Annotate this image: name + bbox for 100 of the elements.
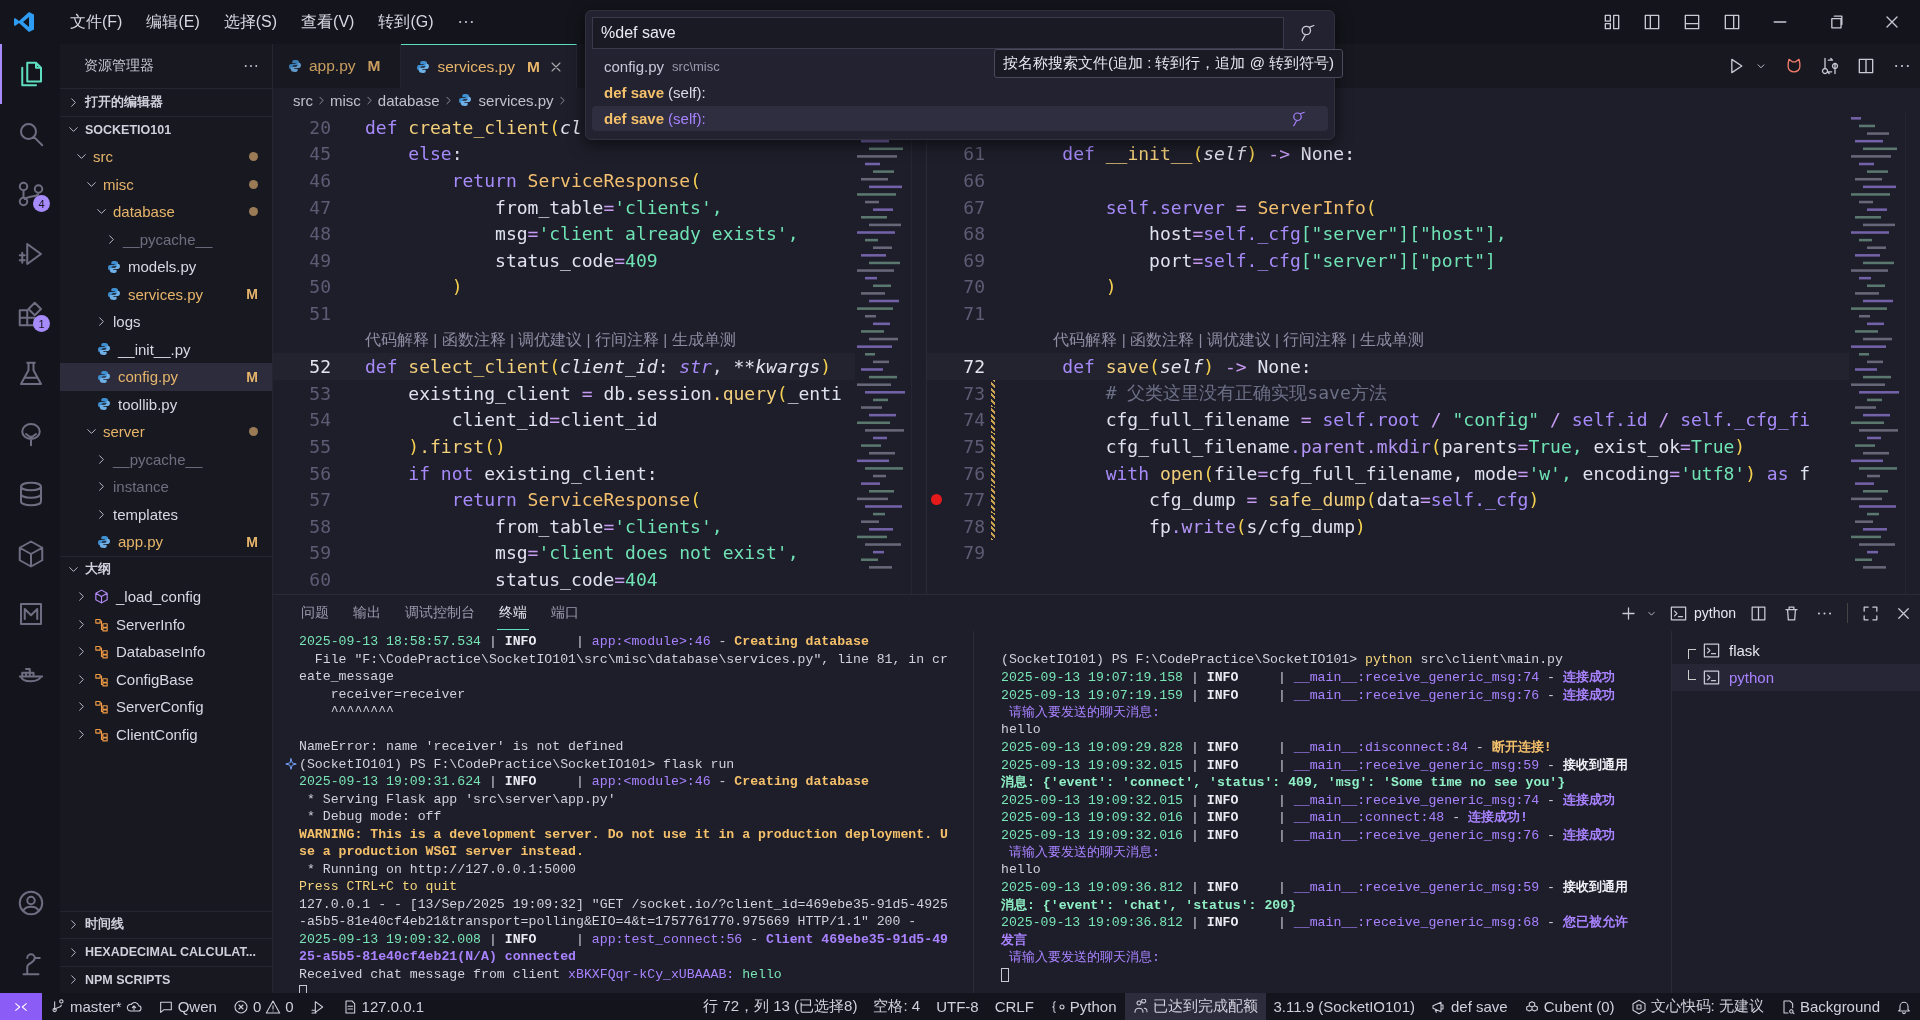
breadcrumb-item[interactable]: src [293,91,313,109]
secondary-sidebar-icon[interactable] [1722,12,1742,32]
section-header[interactable]: 时间线 [60,910,272,938]
line-number: 76 [963,462,985,484]
terminal-line: 发言 [1001,931,1027,949]
server-status[interactable]: 127.0.0.1 [333,993,433,1020]
file-tree-item[interactable]: src [60,143,272,171]
outline-item[interactable]: ClientConfig [60,720,272,748]
line-number: 52 [309,356,331,378]
status-item[interactable]: Cubent (0) [1515,993,1623,1020]
outline-item[interactable]: DatabaseInfo [60,638,272,666]
section-title: HEXADECIMAL CALCULAT... [85,945,257,960]
section-header[interactable]: 打开的编辑器 [60,88,272,116]
menu-item[interactable]: 文件(F) [58,5,135,39]
terminal-line: 2025-09-13 19:09:32.016 | INFO | __main__:connect:48 - 连接成功! [1001,809,1528,827]
problems-status[interactable]: 0 0 [224,993,302,1020]
file-tree-item[interactable]: __init__.py [60,335,272,363]
outline-item[interactable]: ServerConfig [60,693,272,721]
status-item[interactable]: 文心快码: 无建议 [1622,993,1772,1020]
panel-tab[interactable]: 输出 [351,596,383,630]
file-tree-item[interactable]: services.py M [60,280,272,308]
status-item[interactable]: 空格: 4 [865,993,929,1020]
status-item[interactable]: 行 72，列 13 (已选择8) [695,993,866,1020]
breadcrumb-item[interactable]: services.py [478,91,554,109]
status-item[interactable]: CRLF [986,993,1042,1020]
status-item[interactable]: Python [1041,993,1125,1020]
panel-tab[interactable]: 调试控制台 [403,596,477,630]
file-tree-item[interactable]: misc [60,170,272,198]
file-tree-item[interactable]: toollib.py [60,390,272,418]
terminal-selector[interactable]: python [1664,603,1736,623]
code-line: if not existing_client: [407,462,658,484]
remote-button[interactable] [0,993,42,1020]
quick-open-item[interactable]: def save (self): [592,106,1328,131]
modified-dot [249,207,258,217]
code-line: cfg_dump = safe_dump(data=self._cfg) [1148,489,1540,511]
git-status: M [246,368,258,385]
section-header[interactable]: HEXADECIMAL CALCULAT... [60,938,272,966]
line-number: 72 [963,356,985,378]
quick-open-item[interactable]: def save (self): [592,80,1328,105]
code-line: host=self._cfg["server"]["host"], [1148,223,1507,245]
file-tree-item[interactable]: app.py M [60,528,272,556]
outline-item[interactable]: ServerInfo [60,610,272,638]
section-header[interactable]: SOCKETIO101 [60,115,272,143]
code-line: status_code=404 [494,568,658,590]
sparkle-icon[interactable] [284,757,298,772]
status-item[interactable]: UTF-8 [928,993,987,1020]
file-tree-item[interactable]: models.py [60,253,272,281]
editor-tab[interactable]: services.py M [401,44,577,88]
status-item[interactable]: Background [1771,993,1888,1020]
sidebar-toggle-icon[interactable] [1642,12,1662,32]
error-icon [232,998,249,1015]
status-item[interactable]: 3.11.9 (SocketIO101) [1265,993,1423,1020]
split-editor-icon[interactable] [1856,56,1876,76]
terminal-list-item[interactable]: flask [1672,637,1920,664]
activity-button[interactable]: 4 [0,164,60,224]
file-tree-item[interactable]: server [60,418,272,446]
file-tree-item[interactable]: __pycache__ [60,445,272,473]
branch-icon [16,179,46,209]
branch-status[interactable]: master* [42,993,150,1020]
menu-item[interactable]: 转到(G) [366,5,446,39]
file-tree-item[interactable]: database [60,198,272,226]
outline-item[interactable]: ConfigBase [60,665,272,693]
class-icon [93,643,110,661]
file-tree-item[interactable]: instance [60,473,272,501]
breadcrumb-item[interactable]: database [377,91,440,109]
menu-item[interactable]: 查看(V) [289,5,367,39]
terminal-line: 127.0.0.1 - - [13/Sep/2025 19:09:32] "GET /socket.io/?client_id=469ebe35-91d5-4925 [299,896,948,912]
panel-tab[interactable]: 端口 [549,596,581,630]
code-lens[interactable]: 代码解释 | 函数注释 | 调优建议 | 行间注释 | 生成单测 [1053,329,1425,351]
menu-item[interactable]: 选择(S) [211,5,290,39]
terminal-line: (SocketIO101) PS F:\CodePractice\SocketIO101> python src\client\main.py [1001,652,1563,668]
file-tree-item[interactable]: logs [60,308,272,336]
breakpoint-dot[interactable] [930,494,942,506]
panel-tab[interactable]: 问题 [299,596,331,630]
chat-status[interactable]: Qwen [149,993,225,1020]
section-header[interactable]: 大纲 [60,555,272,583]
file-tree-item[interactable]: __pycache__ [60,225,272,253]
status-item[interactable]: def save [1423,993,1516,1020]
line-number: 46 [309,170,331,191]
terminal-list-item[interactable]: python [1672,664,1920,691]
breadcrumb-item[interactable]: misc [330,91,361,109]
code-line: existing_client = db.session.query(_enti [407,382,842,404]
layout-icon[interactable] [1602,12,1622,32]
activity-button[interactable]: 1 [0,284,60,344]
python-icon [96,341,112,358]
code-line: msg='client already exists', [494,223,799,245]
panel-tab[interactable]: 终端 [497,596,529,630]
compare-icon[interactable] [1820,56,1840,76]
file-tree-item[interactable]: config.py M [60,363,272,391]
line-number: 67 [963,196,985,218]
file-tree-item[interactable]: templates [60,500,272,528]
code-lens[interactable]: 代码解释 | 函数注释 | 调优建议 | 行间注释 | 生成单测 [365,329,736,351]
status-item[interactable]: 已达到完成配额 [1124,993,1266,1020]
menu-item[interactable]: 编辑(E) [134,5,212,39]
outline-item[interactable]: _load_config [60,583,272,611]
terminal-line: NameError: name 'receiver' is not defined [299,739,624,755]
terminal-line: Press CTRL+C to quit [299,879,458,895]
line-number: 79 [963,542,985,564]
panel-toggle-icon[interactable] [1682,12,1702,32]
command-input[interactable]: %def save [592,17,1284,49]
